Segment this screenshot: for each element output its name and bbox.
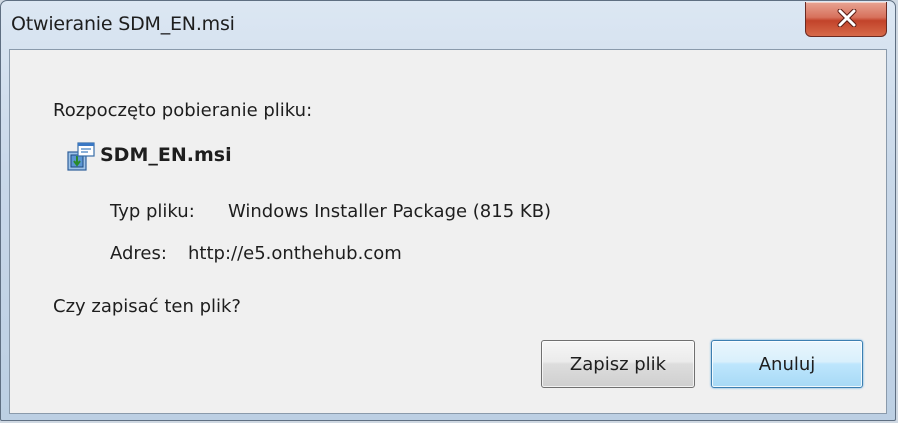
address-value: http://e5.onthehub.com	[188, 243, 402, 264]
dialog-content: Rozpoczęto pobieranie pliku: SDM_EN.msi …	[9, 49, 887, 414]
file-type-value: Windows Installer Package (815 KB)	[228, 201, 552, 222]
file-type-label: Typ pliku:	[110, 201, 195, 222]
cancel-button[interactable]: Anuluj	[711, 340, 863, 388]
save-file-button[interactable]: Zapisz plik	[541, 340, 695, 388]
close-icon	[837, 9, 857, 27]
address-label: Adres:	[110, 243, 167, 264]
file-name: SDM_EN.msi	[100, 144, 232, 166]
save-question-text: Czy zapisać ten plik?	[53, 296, 241, 317]
download-dialog-window: Otwieranie SDM_EN.msi Rozpoczęto pobiera…	[0, 0, 896, 421]
close-button[interactable]	[805, 2, 887, 37]
windows-installer-package-icon	[64, 140, 98, 172]
window-title: Otwieranie SDM_EN.msi	[11, 13, 235, 35]
title-bar[interactable]: Otwieranie SDM_EN.msi	[1, 1, 895, 49]
download-intro-text: Rozpoczęto pobieranie pliku:	[53, 100, 313, 121]
